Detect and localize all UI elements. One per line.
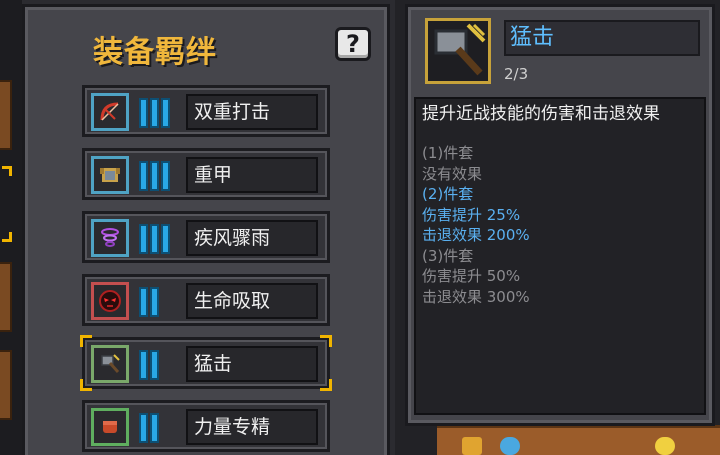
- tier-effect: 伤害提升 50%: [422, 267, 521, 285]
- bond-row-strength-mastery[interactable]: 力量专精: [82, 400, 330, 452]
- tier-effect: 伤害提升 25%: [422, 205, 521, 224]
- coin-icon: [655, 437, 675, 455]
- detail-title: 猛击: [504, 20, 700, 56]
- menu-icon[interactable]: [462, 437, 482, 455]
- bond-level-bars: [139, 224, 171, 254]
- tier-effect: 击退效果 200%: [422, 226, 530, 244]
- bond-row-heavy-armor[interactable]: 重甲: [82, 148, 330, 200]
- bond-name: 力量专精: [186, 409, 318, 445]
- bond-row-smash[interactable]: 猛击: [82, 337, 330, 389]
- tier-header: (1)件套: [422, 144, 474, 162]
- wood-side-tab: [0, 80, 12, 150]
- tier-header: (2)件套: [422, 185, 474, 203]
- selection-bracket: [2, 166, 12, 176]
- bond-row-double-strike[interactable]: 双重打击: [82, 85, 330, 137]
- bond-detail-panel: 猛击 2/3 提升近战技能的伤害和击退效果 (1)件套 没有效果 (2)件套 伤…: [405, 4, 715, 426]
- bond-icon-frame: [91, 93, 129, 131]
- bond-icon-frame: [91, 156, 129, 194]
- selection-corner: [320, 379, 332, 391]
- bow-icon: [100, 102, 119, 121]
- wood-side-tab: [0, 350, 12, 420]
- bond-name: 猛击: [186, 346, 318, 382]
- selection-corner: [80, 379, 92, 391]
- bond-icon-frame: [91, 282, 129, 320]
- tier-effect: 没有效果: [422, 164, 483, 183]
- tier-list: (1)件套 没有效果 (2)件套 伤害提升 25% 击退效果 200% (3)件…: [422, 143, 698, 307]
- bond-list-panel: 装备羁绊 ? 双重打击 重甲 疾风骤雨 生命吸取 猛击 力量专精: [22, 4, 390, 455]
- bond-level-bars: [139, 98, 171, 128]
- selection-bracket: [2, 232, 12, 242]
- bond-row-life-drain[interactable]: 生命吸取: [82, 274, 330, 326]
- bond-icon-frame: [91, 219, 129, 257]
- panel-title: 装备羁绊: [93, 35, 217, 70]
- bond-name: 疾风骤雨: [186, 220, 318, 256]
- bond-icon-frame: [91, 345, 129, 383]
- bond-icon-frame: [91, 408, 129, 446]
- selection-corner: [320, 335, 332, 347]
- bond-level-bars: [139, 413, 171, 443]
- bond-name: 生命吸取: [186, 283, 318, 319]
- bond-description: 提升近战技能的伤害和击退效果: [422, 104, 660, 124]
- bond-row-storm[interactable]: 疾风骤雨: [82, 211, 330, 263]
- whirlwind-icon: [101, 228, 119, 247]
- bond-level-bars: [139, 161, 171, 191]
- armor-icon: [100, 168, 120, 182]
- tier-header: (3)件套: [422, 246, 474, 265]
- fist-icon: [103, 421, 117, 433]
- bond-progress-count: 2/3: [504, 65, 529, 83]
- wood-side-tab: [0, 262, 12, 332]
- bond-level-bars: [139, 287, 171, 317]
- detail-description-box: 提升近战技能的伤害和击退效果 (1)件套 没有效果 (2)件套 伤害提升 25%…: [414, 97, 706, 415]
- bond-level-bars: [139, 350, 171, 380]
- bond-name: 双重打击: [186, 94, 318, 130]
- red-demon-icon: [99, 290, 121, 312]
- gem-icon: [500, 437, 520, 455]
- selection-corner: [80, 335, 92, 347]
- bond-name: 重甲: [186, 157, 318, 193]
- hammer-icon: [434, 23, 486, 76]
- hammer-icon: [101, 354, 120, 373]
- tier-effect: 击退效果 300%: [422, 287, 530, 306]
- detail-icon-frame: [425, 18, 491, 84]
- help-button[interactable]: ?: [335, 27, 371, 61]
